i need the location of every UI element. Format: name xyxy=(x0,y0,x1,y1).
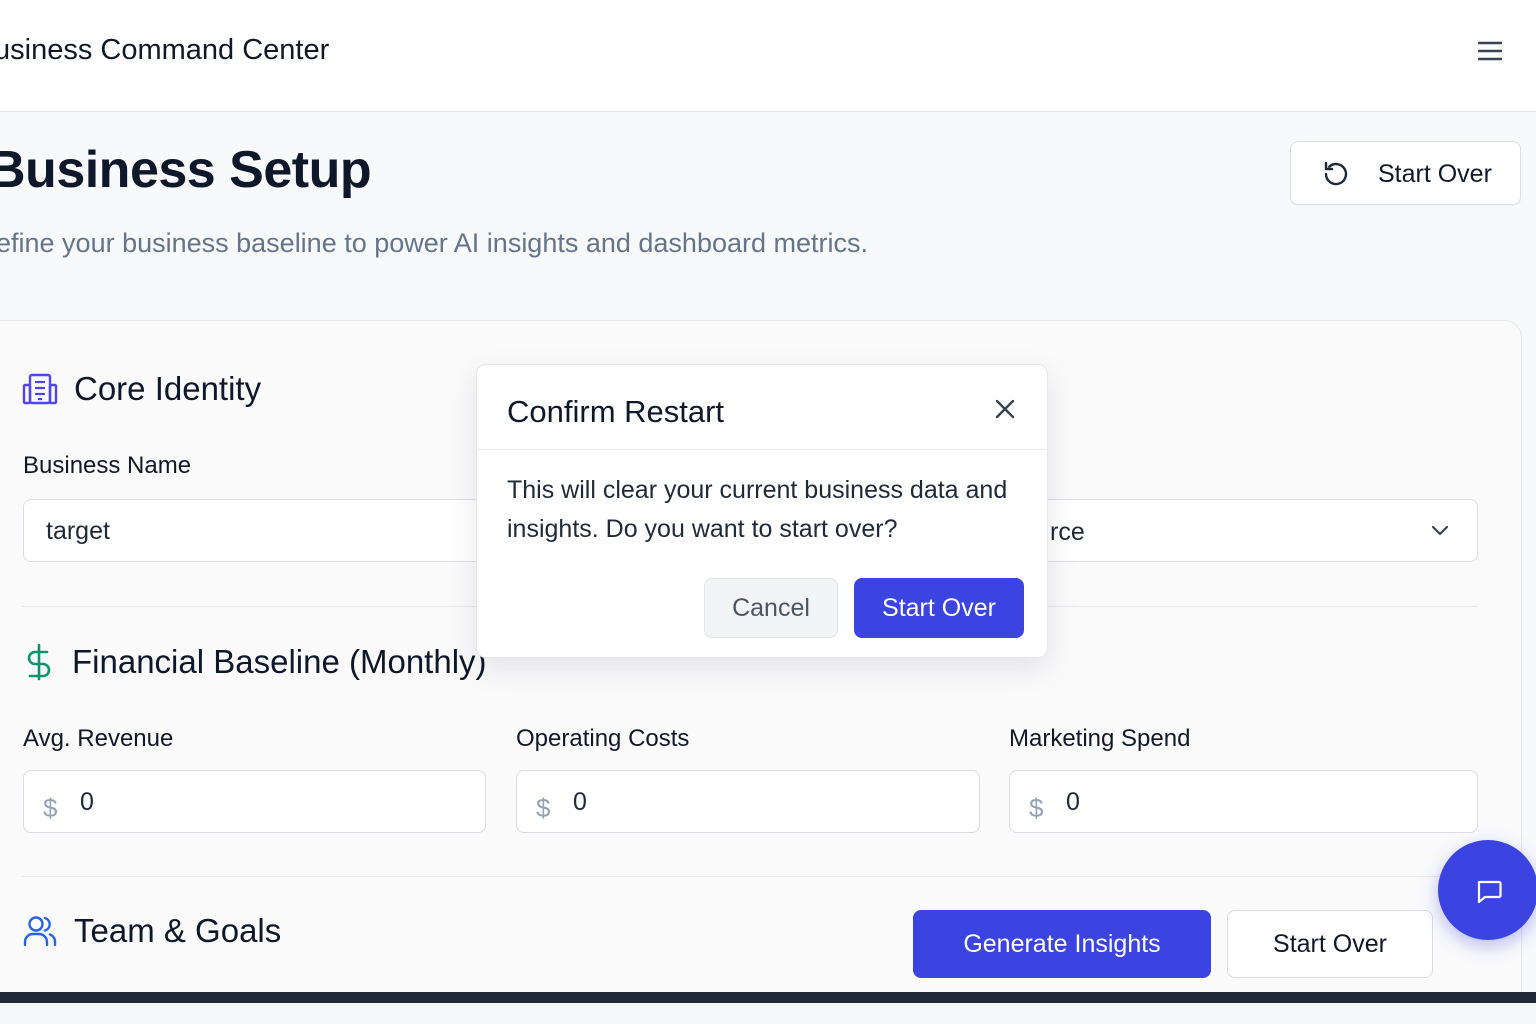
industry-select-value: rce xyxy=(1050,518,1085,546)
bottom-bar xyxy=(0,992,1536,1003)
operating-costs-value: 0 xyxy=(573,788,587,816)
page-footer-area xyxy=(0,1003,1536,1024)
marketing-spend-value: 0 xyxy=(1066,788,1080,816)
section-team-goals: Team & Goals xyxy=(22,912,281,950)
section-financial-baseline: Financial Baseline (Monthly) xyxy=(24,643,487,681)
operating-costs-label: Operating Costs xyxy=(516,725,690,752)
industry-select[interactable]: rce xyxy=(1040,499,1478,562)
start-over-button[interactable]: Start Over xyxy=(1290,141,1521,205)
chevron-down-icon xyxy=(1431,525,1449,536)
currency-symbol: $ xyxy=(43,793,58,823)
confirm-restart-dialog: Confirm Restart This will clear your cur… xyxy=(476,364,1048,658)
currency-symbol: $ xyxy=(536,793,551,823)
building-icon xyxy=(22,373,58,405)
operating-costs-input[interactable]: $ 0 xyxy=(516,770,980,833)
app-title: usiness Command Center xyxy=(0,34,330,66)
close-icon[interactable] xyxy=(993,397,1017,421)
dialog-message: This will clear your current business da… xyxy=(507,476,1008,543)
section-title: Financial Baseline (Monthly) xyxy=(72,643,487,680)
start-over-label: Start Over xyxy=(1378,160,1492,188)
marketing-spend-label: Marketing Spend xyxy=(1009,725,1191,752)
avg-revenue-input[interactable]: $ 0 xyxy=(23,770,486,833)
page-title: Business Setup xyxy=(0,141,372,199)
section-core-identity: Core Identity xyxy=(22,370,261,408)
dialog-title: Confirm Restart xyxy=(507,394,725,429)
marketing-spend-input[interactable]: $ 0 xyxy=(1009,770,1478,833)
business-name-value: target xyxy=(46,517,110,545)
section-title: Team & Goals xyxy=(74,912,282,949)
business-name-label: Business Name xyxy=(23,452,192,479)
hamburger-menu-icon[interactable] xyxy=(1476,38,1504,64)
chat-button[interactable] xyxy=(1438,840,1536,940)
divider xyxy=(22,876,1478,877)
business-name-input[interactable]: target xyxy=(23,499,493,562)
avg-revenue-label: Avg. Revenue xyxy=(23,725,174,752)
rotate-ccw-icon xyxy=(1324,161,1348,186)
section-title: Core Identity xyxy=(74,370,262,407)
dialog-header: Confirm Restart xyxy=(477,365,1047,450)
users-icon xyxy=(23,916,57,947)
generate-insights-button[interactable]: Generate Insights xyxy=(913,910,1211,978)
avg-revenue-value: 0 xyxy=(80,788,94,816)
confirm-start-over-button[interactable]: Start Over xyxy=(854,578,1024,638)
currency-symbol: $ xyxy=(1029,793,1044,823)
start-over-bottom-button[interactable]: Start Over xyxy=(1227,910,1433,978)
top-bar: usiness Command Center xyxy=(0,0,1536,112)
page-subtitle: efine your business baseline to power AI… xyxy=(0,228,869,258)
message-square-icon xyxy=(1477,880,1502,904)
cancel-button[interactable]: Cancel xyxy=(704,578,838,638)
dollar-icon xyxy=(27,643,51,681)
